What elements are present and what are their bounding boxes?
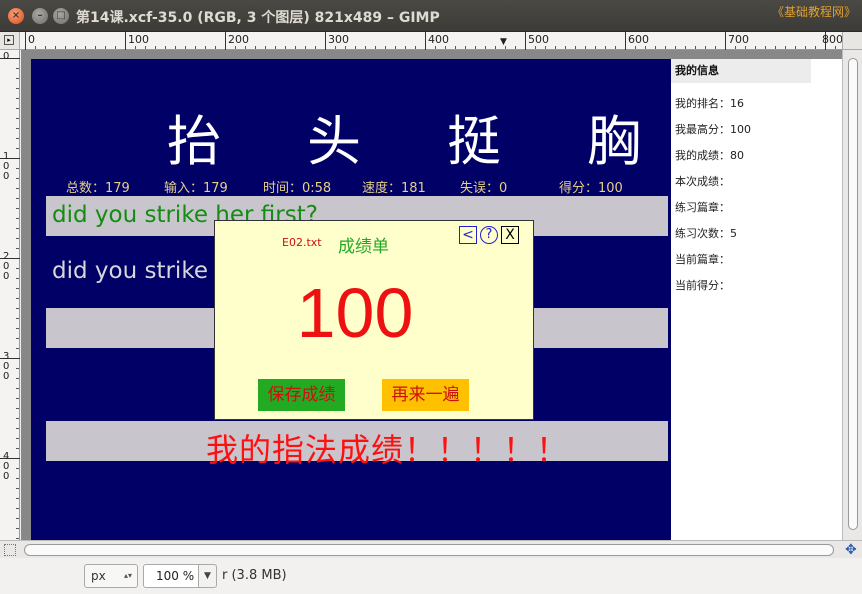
dialog-title: 成绩单 (338, 237, 389, 257)
typed-text: did you strike h (52, 258, 230, 284)
pointer-position-icon: ▼ (500, 37, 507, 47)
ruler-label: 300 (328, 33, 349, 46)
ruler-major-tick (325, 32, 326, 50)
info-practice-count: 练习次数：5 (675, 227, 737, 240)
typing-game-screen: 抬头挺胸 总数：179 输入：179 时间：0:58 速度：181 失误：0 得… (31, 59, 671, 540)
status-message: r (3.8 MB) (222, 568, 287, 583)
info-current-chapter: 当前篇章： (675, 253, 730, 266)
unit-value: px (91, 569, 106, 583)
ruler-major-tick (25, 32, 26, 50)
stat-time: 时间：0:58 (263, 181, 332, 196)
lesson-title: 抬头挺胸 (167, 110, 727, 173)
ruler-label: 100 (3, 151, 10, 182)
zoom-fit-button[interactable] (842, 32, 862, 50)
window-titlebar[interactable]: × – □ 第14课.xcf-35.0 (RGB, 3 个图层) 821x489… (0, 0, 862, 32)
stat-score: 得分：100 (559, 181, 623, 196)
ruler-label: 300 (3, 351, 10, 382)
info-heading: 我的信息 (671, 59, 811, 83)
help-button[interactable]: ? (480, 226, 498, 244)
horizontal-scroll-row: ✥ (0, 540, 862, 558)
close-dialog-button[interactable]: X (501, 226, 519, 244)
vertical-ruler[interactable]: 0 100 200 300 400 (0, 50, 20, 540)
canvas-area[interactable]: 抬头挺胸 总数：179 输入：179 时间：0:58 速度：181 失误：0 得… (21, 50, 842, 540)
image-canvas[interactable]: 抬头挺胸 总数：179 输入：179 时间：0:58 速度：181 失误：0 得… (31, 59, 842, 540)
zoom-dropdown-button[interactable]: ▼ (198, 564, 217, 588)
ruler-major-tick (625, 32, 626, 50)
quick-mask-button[interactable] (4, 544, 16, 556)
horizontal-ruler[interactable]: 0 100 200 300 400 500 600 700 800 ▼ (20, 32, 843, 50)
watermark-text: 《基础教程网》 (771, 5, 856, 19)
ruler-label: 800 (822, 33, 843, 46)
stat-input: 输入：179 (164, 181, 228, 196)
dialog-file-name: E02.txt (282, 236, 322, 249)
ruler-label: 600 (628, 33, 649, 46)
ruler-label: 700 (728, 33, 749, 46)
vertical-scroll-thumb[interactable] (848, 58, 858, 530)
score-dialog: E02.txt 成绩单 < ? X 100 保存成绩 再来一遍 (214, 220, 534, 420)
close-window-button[interactable]: × (8, 8, 24, 24)
stat-speed: 速度：181 (362, 181, 426, 196)
ruler-label: 200 (3, 251, 10, 282)
ruler-label: 0 (3, 51, 10, 62)
back-button[interactable]: < (459, 226, 477, 244)
info-this-score: 本次成绩： (675, 175, 730, 188)
ruler-label: 500 (528, 33, 549, 46)
vertical-scrollbar[interactable] (842, 50, 862, 540)
ruler-label: 0 (28, 33, 35, 46)
stat-errors: 失误：0 (460, 181, 508, 196)
status-bar: px ▴▾ 100 % ▼ r (3.8 MB) (0, 558, 862, 594)
ruler-label: 200 (228, 33, 249, 46)
info-current-score: 当前得分： (675, 279, 730, 292)
ruler-major-tick (725, 32, 726, 50)
ruler-corner-menu-button[interactable]: ▸ (0, 32, 20, 50)
dialog-score: 100 (296, 274, 414, 352)
ruler-major-tick (525, 32, 526, 50)
zoom-input[interactable]: 100 % (143, 564, 199, 588)
spin-arrows-icon: ▴▾ (123, 571, 132, 580)
minimize-window-button[interactable]: – (32, 8, 48, 24)
window-title: 第14课.xcf-35.0 (RGB, 3 个图层) 821x489 – GIM… (76, 10, 440, 26)
ruler-major-tick (125, 32, 126, 50)
info-chapter: 练习篇章： (675, 201, 730, 214)
unit-select[interactable]: px ▴▾ (84, 564, 138, 588)
ruler-label: 100 (128, 33, 149, 46)
result-bar: 我的指法成绩！！！！！ (46, 421, 668, 469)
menu-arrow-icon: ▸ (4, 35, 14, 45)
horizontal-scroll-thumb[interactable] (24, 544, 834, 556)
result-banner: 我的指法成绩！！！！！ (206, 431, 570, 469)
save-score-button[interactable]: 保存成绩 (258, 379, 345, 411)
maximize-window-button[interactable]: □ (53, 8, 69, 24)
info-rank: 我的排名：16 (675, 97, 744, 110)
info-my-score: 我的成绩：80 (675, 149, 744, 162)
info-panel: 我的信息 我的排名：16 我最高分：100 我的成绩：80 本次成绩： 练习篇章… (671, 59, 842, 540)
ruler-major-tick (225, 32, 226, 50)
ruler-label: 400 (428, 33, 449, 46)
stat-total: 总数：179 (66, 181, 130, 196)
try-again-button[interactable]: 再来一遍 (382, 379, 469, 411)
navigate-icon[interactable]: ✥ (845, 542, 857, 558)
ruler-label: 400 (3, 451, 10, 482)
ruler-major-tick (425, 32, 426, 50)
info-best-score: 我最高分：100 (675, 123, 751, 136)
